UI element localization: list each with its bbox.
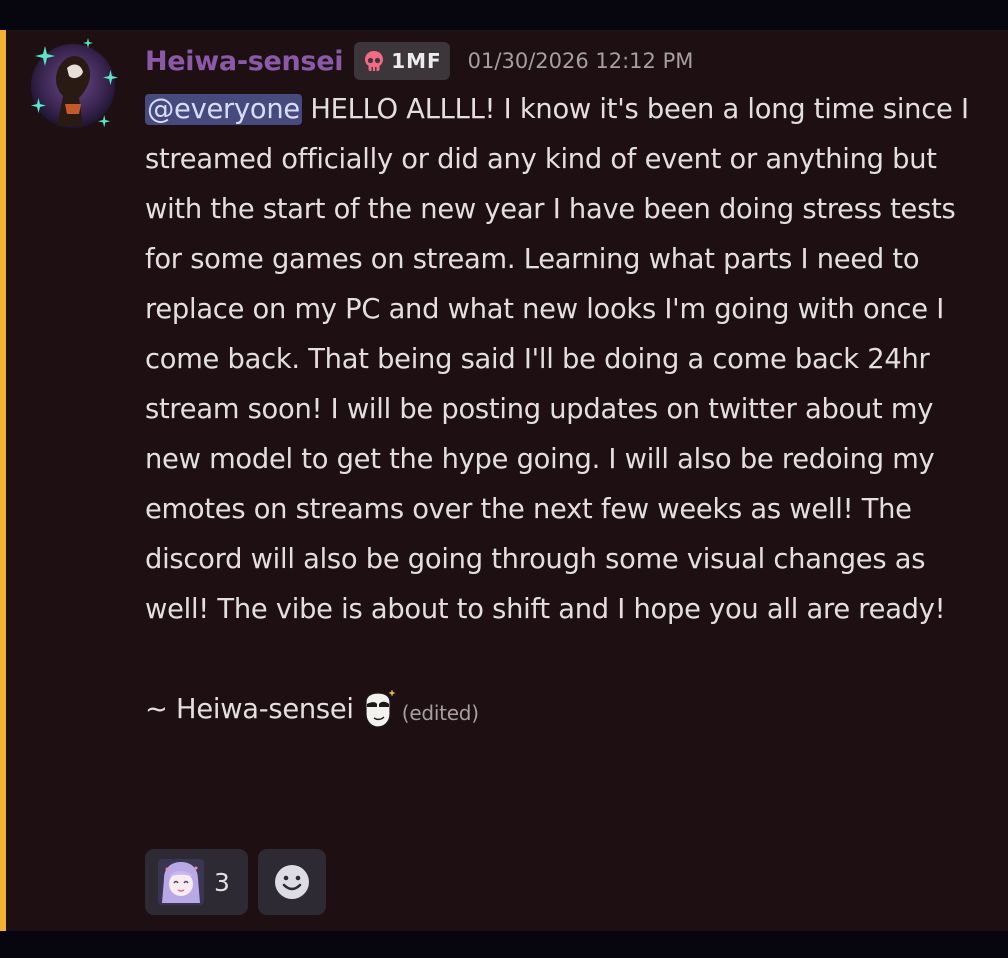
message-body-text: HELLO ALLLL! I know it's been a long tim…	[145, 94, 969, 625]
reactions-bar: 3	[145, 849, 326, 915]
smug-sparkle-emoji[interactable]	[362, 690, 396, 730]
message: Heiwa-sensei 1MF 01/30/2026 12:12 PM @ev…	[0, 30, 1008, 931]
mention-highlight-bar	[0, 30, 6, 931]
anime-girl-emoji	[158, 859, 204, 905]
signature-line: ~ Heiwa-sensei (edited)	[145, 685, 995, 735]
message-paragraph: @everyone HELLO ALLLL! I know it's been …	[145, 85, 995, 635]
role-tag-text: 1MF	[391, 49, 442, 73]
avatar[interactable]	[23, 34, 123, 134]
reaction-button[interactable]: 3	[145, 849, 248, 915]
skull-icon	[365, 51, 384, 71]
add-reaction-button[interactable]	[258, 849, 326, 915]
username[interactable]: Heiwa-sensei	[145, 46, 343, 77]
role-tag[interactable]: 1MF	[354, 42, 450, 80]
everyone-mention[interactable]: @everyone	[145, 94, 302, 125]
signature-text: ~ Heiwa-sensei	[145, 694, 354, 725]
timestamp[interactable]: 01/30/2026 12:12 PM	[468, 49, 694, 73]
add-reaction-icon	[275, 865, 309, 899]
message-content: @everyone HELLO ALLLL! I know it's been …	[145, 85, 995, 735]
reaction-count: 3	[214, 867, 230, 897]
edited-label: (edited)	[401, 701, 479, 725]
message-header: Heiwa-sensei 1MF 01/30/2026 12:12 PM	[145, 39, 693, 83]
